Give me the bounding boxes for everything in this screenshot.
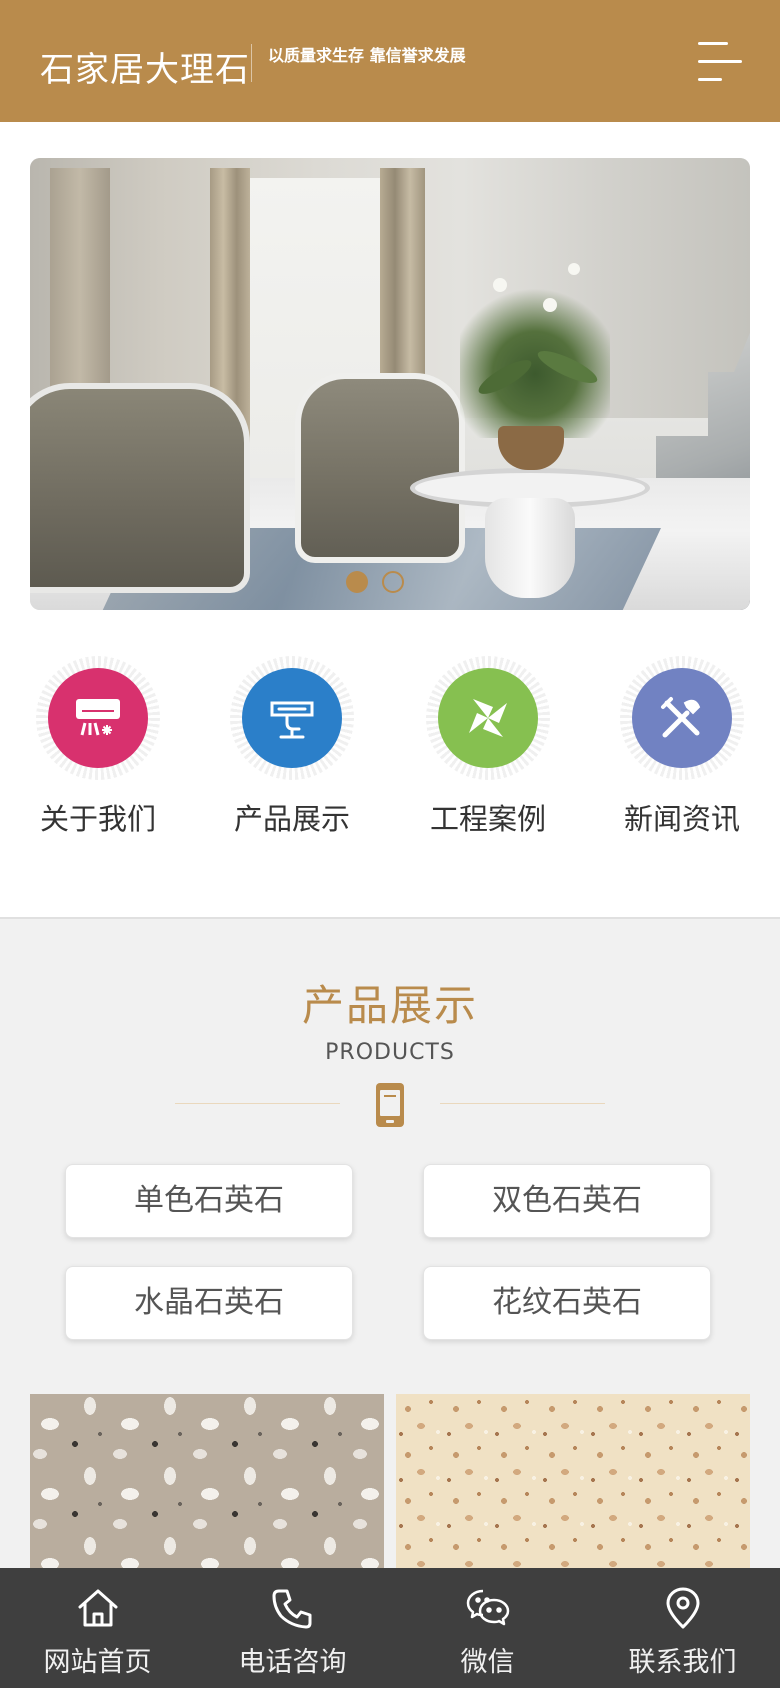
- bottom-nav-label: 联系我们: [628, 1647, 737, 1678]
- site-header: 石家居大理石 以质量求生存 靠信誉求发展: [0, 0, 780, 122]
- section-subtitle: PRODUCTS: [325, 1040, 455, 1065]
- phone-device-icon: [375, 1082, 405, 1128]
- banner-image-flower: [493, 278, 507, 292]
- bottom-nav-label: 电话咨询: [238, 1647, 347, 1678]
- bottom-nav-home[interactable]: 网站首页: [0, 1568, 195, 1688]
- bottom-nav-bar: 网站首页 电话咨询 微信 联系我们: [0, 1568, 780, 1688]
- quick-nav-products[interactable]: 产品展示: [212, 656, 354, 846]
- slider-dot[interactable]: [382, 571, 404, 593]
- menu-line: [698, 78, 722, 81]
- location-pin-icon: [666, 1587, 700, 1629]
- category-button[interactable]: 双色石英石: [423, 1164, 711, 1238]
- quick-nav-about[interactable]: 关于我们: [18, 656, 160, 846]
- phone-icon: [272, 1589, 312, 1629]
- quick-nav-label: 关于我们: [39, 802, 156, 836]
- quick-nav-cases[interactable]: 工程案例: [408, 656, 550, 846]
- air-vent-icon: [242, 668, 342, 768]
- quick-nav-label: 新闻资讯: [623, 802, 740, 836]
- quick-nav-label: 工程案例: [429, 802, 546, 836]
- slider-pagination: [346, 571, 406, 593]
- banner-image-armchair: [295, 373, 465, 563]
- bottom-nav-label: 微信: [460, 1647, 515, 1678]
- section-divider-left: [175, 1103, 340, 1104]
- bottom-nav-contact[interactable]: 联系我们: [585, 1568, 780, 1688]
- bottom-nav-phone[interactable]: 电话咨询: [195, 1568, 390, 1688]
- product-thumbnail[interactable]: [30, 1394, 384, 1570]
- category-button[interactable]: 花纹石英石: [423, 1266, 711, 1340]
- logo-divider: [251, 44, 252, 82]
- air-conditioner-icon: [48, 668, 148, 768]
- bottom-nav-label: 网站首页: [43, 1647, 152, 1678]
- quick-nav-label: 产品展示: [233, 802, 350, 836]
- logo-text[interactable]: 石家居大理石: [40, 42, 250, 91]
- category-button[interactable]: 水晶石英石: [65, 1266, 353, 1340]
- hamburger-menu-icon[interactable]: [694, 40, 742, 84]
- slider-dot-active[interactable]: [346, 571, 368, 593]
- banner-image-pot: [498, 426, 564, 470]
- banner-image-flower: [543, 298, 557, 312]
- slogan: 以质量求生存 靠信誉求发展: [268, 46, 466, 65]
- banner-image-table-base: [485, 498, 575, 598]
- menu-line: [698, 42, 728, 45]
- wechat-icon: [466, 1589, 510, 1626]
- quick-nav-news[interactable]: 新闻资讯: [602, 656, 744, 846]
- bottom-nav-wechat[interactable]: 微信: [390, 1568, 585, 1688]
- banner-image-flower: [568, 263, 580, 275]
- section-divider-right: [440, 1103, 605, 1104]
- category-button[interactable]: 单色石英石: [65, 1164, 353, 1238]
- section-title: 产品展示: [301, 981, 478, 1030]
- tools-icon: [632, 668, 732, 768]
- pinwheel-icon: [438, 668, 538, 768]
- banner-image-plant: [460, 278, 610, 438]
- banner-image-armchair: [30, 383, 250, 593]
- product-thumbnail[interactable]: [396, 1394, 750, 1570]
- home-icon: [78, 1589, 118, 1627]
- banner-slider[interactable]: [30, 158, 750, 610]
- menu-line: [698, 60, 742, 63]
